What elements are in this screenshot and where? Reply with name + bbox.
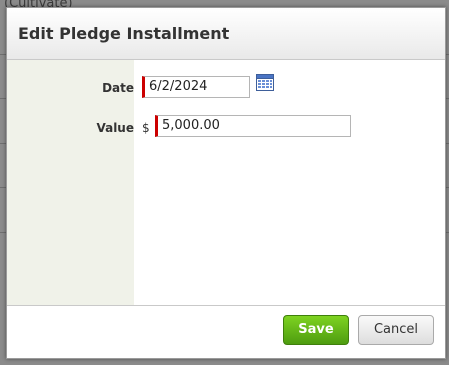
currency-symbol: $	[142, 121, 150, 135]
value-label: Value	[96, 121, 134, 135]
date-input[interactable]: 6/2/2024	[142, 76, 250, 98]
dialog-title: Edit Pledge Installment	[18, 24, 230, 43]
dialog-body: Date Value 6/2/2024 $ 5,000.00	[7, 60, 445, 307]
calendar-icon[interactable]	[256, 74, 274, 91]
label-column: Date Value	[7, 60, 134, 307]
value-input[interactable]: 5,000.00	[155, 115, 351, 137]
dialog-footer: Save Cancel	[7, 305, 445, 358]
dialog-header: Edit Pledge Installment	[7, 8, 445, 60]
save-button[interactable]: Save	[283, 315, 349, 345]
cancel-button[interactable]: Cancel	[358, 315, 434, 345]
date-label: Date	[102, 81, 134, 95]
edit-pledge-installment-dialog: Edit Pledge Installment Date Value 6/2/2…	[6, 7, 446, 359]
